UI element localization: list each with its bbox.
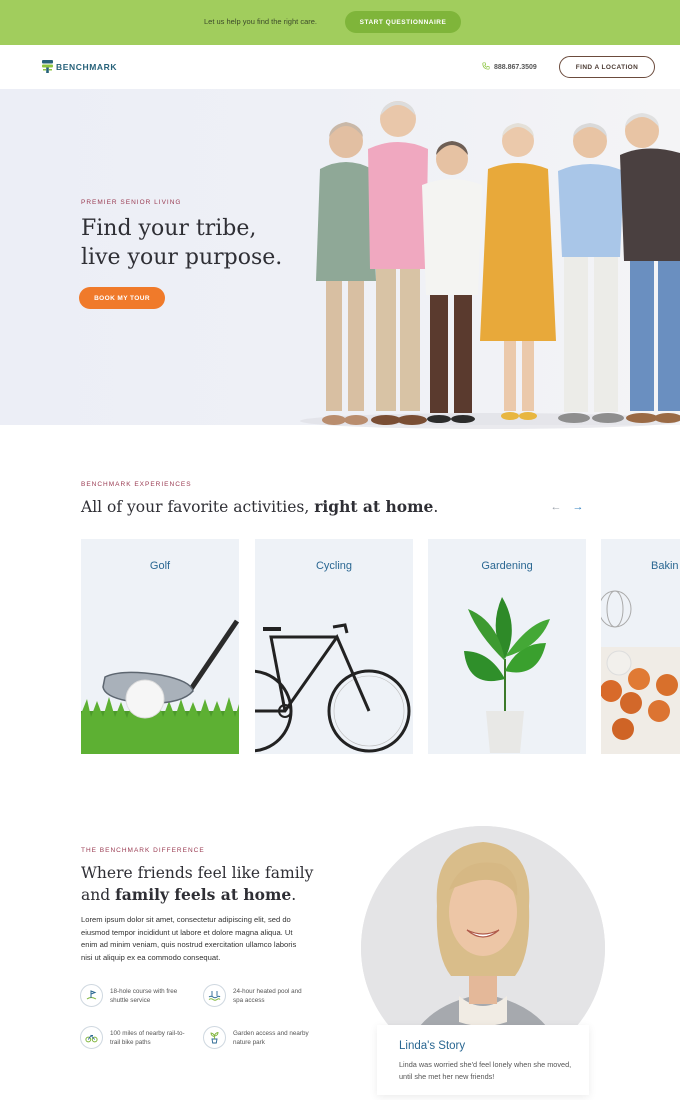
hero-title-line1: Find your tribe, [81, 216, 257, 241]
difference-title-end: . [291, 886, 297, 904]
phone-number: 888.867.3509 [494, 63, 537, 71]
activity-card-baking[interactable]: Bakin [601, 539, 680, 754]
banner-message: Let us help you find the right care. [204, 17, 317, 26]
story-title: Linda's Story [399, 1040, 466, 1052]
bike-icon [80, 1026, 103, 1049]
difference-title-regular: and [81, 886, 116, 904]
activity-card-label: Cycling [315, 560, 353, 572]
carousel-next-button[interactable]: → [570, 499, 586, 515]
feature-bike: 100 miles of nearby rail-to-trail bike p… [80, 1026, 190, 1049]
carousel-prev-button[interactable]: ← [548, 499, 564, 515]
arrow-right-icon: → [572, 501, 584, 513]
logo-wordmark: BENCHMARK [56, 61, 118, 72]
experiences-title: All of your favorite activities, right a… [81, 497, 438, 516]
activity-card-label: Gardening [481, 560, 533, 572]
experiences-title-bold: right at home [314, 497, 434, 516]
hero-title: Find your tribe, live your purpose. [81, 214, 282, 272]
arrow-left-icon: ← [550, 501, 562, 513]
book-tour-button[interactable]: BOOK MY TOUR [79, 287, 165, 309]
difference-title: Where friends feel like family and famil… [81, 862, 313, 906]
experiences-title-regular: All of your favorite activities, [81, 498, 315, 516]
hero-group-photo [290, 89, 680, 434]
story-description: Linda was worried she'd feel lonely when… [399, 1060, 572, 1081]
top-banner: Let us help you find the right care. STA… [0, 0, 680, 45]
golf-icon [80, 984, 103, 1007]
activity-card-label: Golf [149, 560, 171, 572]
activity-card-cycling[interactable]: Cycling [255, 539, 413, 754]
hero-title-line2: live your purpose. [81, 245, 283, 270]
site-logo[interactable]: BENCHMARK [42, 60, 117, 73]
feature-pool: 24-hour heated pool and spa access [203, 984, 313, 1007]
feature-text: 100 miles of nearby rail-to-trail bike p… [110, 1029, 185, 1046]
phone-link[interactable]: 888.867.3509 [482, 62, 537, 72]
feature-golf: 18-hole course with free shuttle service [80, 984, 190, 1007]
activity-card-golf[interactable]: Golf [81, 539, 239, 754]
activity-carousel: Golf Cycling Gardening Bakin [81, 539, 680, 755]
plant-icon [203, 1026, 226, 1049]
experiences-title-end: . [433, 498, 439, 516]
activity-card-gardening[interactable]: Gardening [428, 539, 586, 754]
difference-title-bold: family feels at home [115, 885, 292, 904]
story-card[interactable]: Linda's Story Linda was worried she'd fe… [377, 1025, 589, 1095]
difference-title-line1: Where friends feel like family [81, 864, 314, 882]
hero-eyebrow: PREMIER SENIOR LIVING [81, 199, 182, 206]
difference-eyebrow: THE BENCHMARK DIFFERENCE [81, 847, 205, 854]
feature-text: Garden access and nearby nature park [233, 1029, 309, 1046]
feature-text: 18-hole course with free shuttle service [110, 987, 178, 1004]
difference-body: Lorem ipsum dolor sit amet, consectetur … [81, 915, 297, 962]
find-location-button[interactable]: FIND A LOCATION [559, 56, 655, 78]
phone-icon [482, 62, 490, 72]
experiences-eyebrow: BENCHMARK EXPERIENCES [81, 481, 192, 488]
pool-icon [203, 984, 226, 1007]
start-questionnaire-button[interactable]: START QUESTIONNAIRE [345, 11, 461, 33]
activity-card-label: Bakin [651, 560, 679, 572]
benchmark-logo-icon [42, 60, 53, 73]
feature-garden: Garden access and nearby nature park [203, 1026, 313, 1049]
feature-text: 24-hour heated pool and spa access [233, 987, 302, 1004]
